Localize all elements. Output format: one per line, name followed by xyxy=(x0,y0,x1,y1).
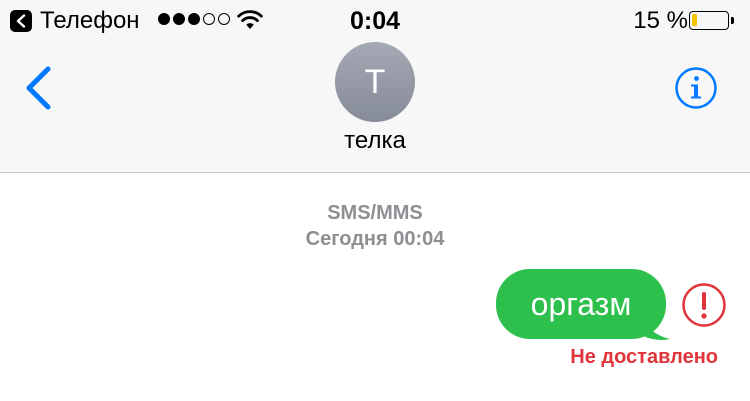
message-timestamp: Сегодня 00:04 xyxy=(305,228,445,250)
status-bar: Телефон 0:04 15 % xyxy=(0,0,750,40)
info-button[interactable] xyxy=(674,66,718,110)
exclamation-circle-icon[interactable] xyxy=(681,282,727,328)
message-thread[interactable]: SMS/MMS Сегодня 00:04 оргазм Не доставле… xyxy=(0,173,750,401)
service-label: SMS/MMS xyxy=(327,202,423,224)
info-icon xyxy=(675,67,717,109)
messages-screen: Телефон 0:04 15 % Т телка SMS/MMS Сегодн… xyxy=(0,0,750,401)
battery-cap xyxy=(731,17,734,24)
battery-level-fill xyxy=(692,14,697,26)
delivery-status: Не доставлено xyxy=(570,346,718,368)
conversation-header: Телефон 0:04 15 % Т телка xyxy=(0,0,750,173)
battery-icon xyxy=(689,11,729,30)
bubble-tail xyxy=(640,313,670,340)
contact-avatar[interactable]: Т xyxy=(335,42,415,122)
battery-percentage: 15 % xyxy=(633,7,688,34)
contact-name[interactable]: телка xyxy=(0,128,750,154)
contact-header: Т телка xyxy=(0,40,750,165)
